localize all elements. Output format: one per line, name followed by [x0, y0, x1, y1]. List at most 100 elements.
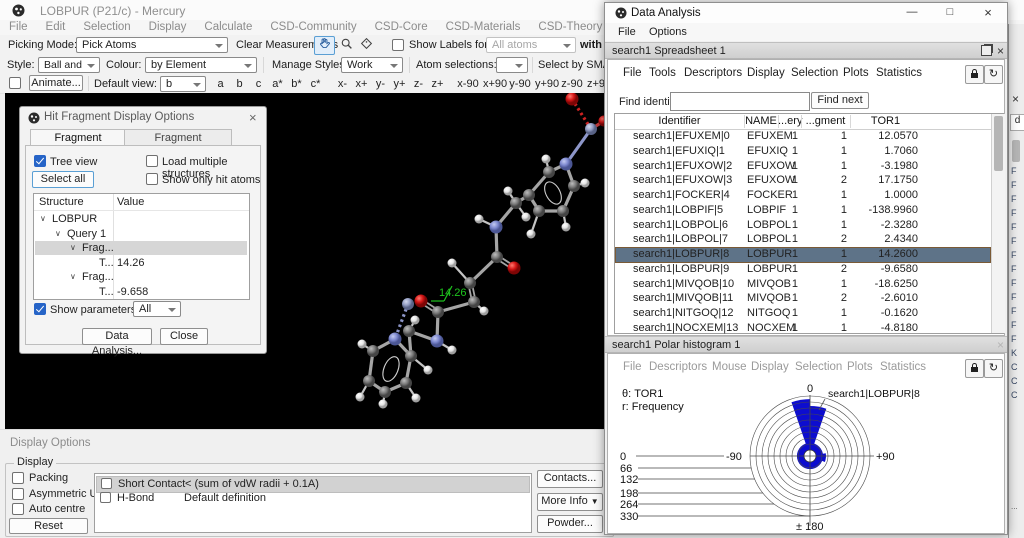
data-analysis-button[interactable]: Data Analysis... [82, 328, 152, 345]
atom-H6b[interactable] [522, 213, 531, 222]
axis-z+[interactable]: z+ [430, 78, 445, 90]
column-header-Identifier[interactable]: Identifier [615, 115, 744, 127]
atom-H7[interactable] [475, 215, 484, 224]
column-header-ery[interactable]: ...ery [778, 115, 801, 127]
style-dropdown[interactable]: Ball and Stick [38, 57, 100, 73]
table-row[interactable]: search1|NOCXEM|13NOCXEM11-4.8180 [616, 322, 990, 336]
table-row[interactable]: search1|EFUXOW|3EFUXOW1217.1750 [616, 174, 990, 188]
panel-close-icon[interactable]: × [1012, 92, 1019, 106]
ss-menu-tools[interactable]: Tools [649, 67, 676, 79]
column-header-gment[interactable]: ...gment [801, 115, 850, 127]
view-b*[interactable]: b* [289, 78, 304, 90]
atom-C14[interactable] [379, 386, 391, 398]
atom-C4[interactable] [557, 205, 569, 217]
column-header-TOR1[interactable]: TOR1 [850, 115, 921, 127]
checkbox-auto-centre[interactable] [12, 503, 24, 515]
load-multiple-checkbox[interactable] [146, 155, 158, 167]
atom-N3[interactable] [490, 221, 503, 234]
atom-C6[interactable] [510, 197, 522, 209]
table-row[interactable]: search1|MIVQOB|10MIVQOB11-18.6250 [616, 278, 990, 292]
atom-H13[interactable] [412, 394, 421, 403]
zoom-icon[interactable] [336, 36, 357, 55]
ph-menu-selection[interactable]: Selection [795, 361, 842, 373]
atom-H10[interactable] [448, 346, 457, 355]
select-all-button[interactable]: Select all [32, 171, 94, 188]
lock-icon[interactable] [965, 359, 984, 378]
tree-row[interactable]: T...-9.658 [35, 285, 247, 299]
tree-view-checkbox[interactable] [34, 155, 46, 167]
atom-O1[interactable] [566, 93, 579, 106]
show-parameters-dropdown[interactable]: All [133, 301, 181, 317]
view-c[interactable]: c [251, 78, 266, 90]
reset-button[interactable]: Reset [9, 518, 88, 534]
atom-C11[interactable] [403, 325, 415, 337]
spreadsheet-titlebar[interactable]: search1 Spreadsheet 1 × [605, 42, 1007, 59]
atom-N5[interactable] [389, 333, 402, 346]
axis-y-[interactable]: y- [373, 78, 388, 90]
atom-C5[interactable] [568, 180, 580, 192]
ph-menu-descriptors[interactable]: Descriptors [649, 361, 707, 373]
view-b[interactable]: b [232, 78, 247, 90]
show-labels-checkbox[interactable] [392, 39, 404, 51]
ph-menu-statistics[interactable]: Statistics [880, 361, 926, 373]
animate-button[interactable]: Animate... [29, 75, 83, 91]
chevron-down-icon[interactable]: ∨ [70, 272, 76, 281]
spreadsheet-close-icon[interactable]: × [997, 43, 1004, 59]
da-menu-options[interactable]: Options [649, 26, 687, 38]
tree-row[interactable]: ∨LOBPUR [35, 212, 247, 226]
close-icon[interactable]: × [973, 3, 1003, 23]
picking-mode-dropdown[interactable]: Pick Atoms [76, 37, 228, 53]
atom-H6a[interactable] [504, 187, 513, 196]
panel-tab[interactable]: d [1010, 114, 1024, 131]
da-menu-file[interactable]: File [618, 26, 636, 38]
ph-menu-display[interactable]: Display [751, 361, 789, 373]
menu-csd-theory[interactable]: CSD-Theory [529, 20, 611, 34]
chevron-down-icon[interactable]: ∨ [40, 214, 46, 223]
find-identifier-input[interactable] [670, 92, 810, 111]
dialog-close-icon[interactable]: × [249, 110, 257, 125]
table-row[interactable]: search1|EFUXIQ|1EFUXIQ111.7060 [616, 145, 990, 159]
rotate-x+90[interactable]: x+90 [483, 78, 505, 90]
refresh-icon[interactable]: ↻ [984, 65, 1003, 84]
atom-H5[interactable] [581, 179, 590, 188]
menu-selection[interactable]: Selection [74, 20, 139, 34]
atom-C2[interactable] [523, 189, 535, 201]
atom-C9[interactable] [468, 296, 480, 308]
table-row[interactable]: search1|MIVQOB|11MIVQOB12-2.6010 [616, 292, 990, 306]
chevron-down-icon[interactable]: ∨ [55, 229, 61, 238]
atom-C13[interactable] [400, 377, 412, 389]
atom-N1[interactable] [585, 123, 597, 135]
axis-x-[interactable]: x- [335, 78, 350, 90]
contact-checkbox[interactable] [100, 492, 111, 503]
scrollbar-thumb[interactable] [994, 116, 1003, 171]
atom-N2[interactable] [560, 158, 573, 171]
atom-H4[interactable] [562, 223, 571, 232]
maximize-icon[interactable]: □ [935, 3, 965, 23]
tab-fragment-highlighting[interactable]: Fragment Highlighting [124, 129, 232, 146]
table-row[interactable]: search1|FOCKER|4FOCKER111.0000 [616, 189, 990, 203]
ss-menu-statistics[interactable]: Statistics [876, 67, 922, 79]
menu-csd-community[interactable]: CSD-Community [261, 20, 365, 34]
chevron-down-icon[interactable]: ∨ [70, 243, 76, 252]
rotate-x-90[interactable]: x-90 [457, 78, 479, 90]
atom-H12[interactable] [424, 366, 433, 375]
table-row[interactable]: search1|LOBPUR|9LOBPUR12-9.6580 [616, 263, 990, 277]
ss-menu-selection[interactable]: Selection [791, 67, 838, 79]
checkbox-asymmetric-unit[interactable] [12, 488, 24, 500]
atom-C10[interactable] [432, 306, 444, 318]
rotate-z-90[interactable]: z-90 [561, 78, 583, 90]
atom-H8[interactable] [448, 259, 457, 268]
atom-C16[interactable] [367, 345, 379, 357]
ss-menu-display[interactable]: Display [747, 67, 785, 79]
polar-histogram-chart[interactable]: 0661321982643300-90+90± 180θ: TOR1r: Fre… [612, 383, 1004, 533]
results-table[interactable]: IdentifierNAME...ery...gmentTOR1search1|… [614, 113, 1004, 334]
rotate-y-90[interactable]: y-90 [509, 78, 531, 90]
atom-C3[interactable] [533, 205, 545, 217]
atom-H1[interactable] [542, 155, 551, 164]
rotate-y+90[interactable]: y+90 [535, 78, 557, 90]
ph-menu-file[interactable]: File [623, 361, 642, 373]
atom-H14[interactable] [379, 400, 388, 409]
powder-button[interactable]: Powder... [537, 515, 603, 533]
ss-menu-file[interactable]: File [623, 67, 642, 79]
menu-csd-core[interactable]: CSD-Core [366, 20, 437, 34]
